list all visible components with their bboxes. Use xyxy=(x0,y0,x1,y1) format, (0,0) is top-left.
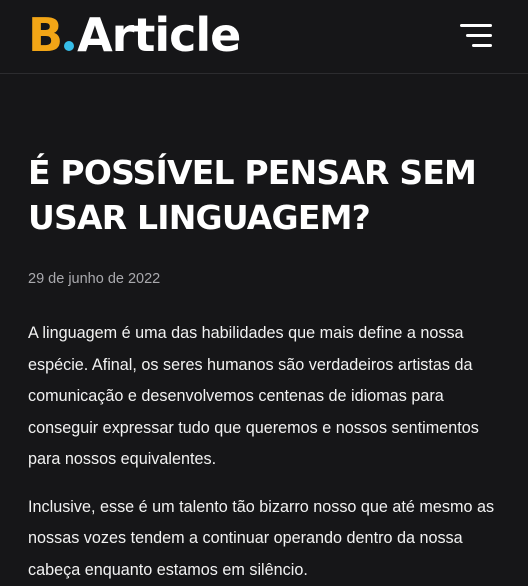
logo-letter: B xyxy=(28,8,63,62)
article-date: 29 de junho de 2022 xyxy=(28,271,161,287)
article-paragraph: Inclusive, esse é um talento tão bizarro… xyxy=(28,497,495,579)
logo-word: Article xyxy=(77,8,241,62)
article-title: É POSSÍVEL PENSAR SEM USAR LINGUAGEM? xyxy=(28,153,477,237)
article-paragraph: A linguagem é uma das habilidades que ma… xyxy=(28,324,479,468)
logo-dot xyxy=(64,41,75,51)
site-header: B Article xyxy=(0,0,528,74)
site-logo[interactable]: B Article xyxy=(28,5,241,65)
article-content: É POSSÍVEL PENSAR SEM USAR LINGUAGEM? 29… xyxy=(28,150,504,586)
menu-button[interactable] xyxy=(456,20,496,52)
hamburger-menu-icon xyxy=(460,24,492,47)
